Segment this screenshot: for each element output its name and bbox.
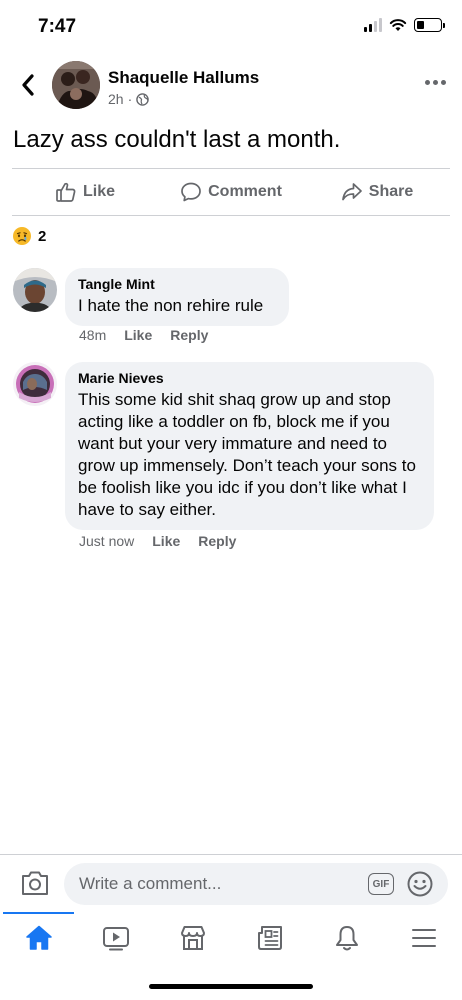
thumbs-up-icon: [56, 182, 76, 202]
home-icon: [25, 925, 52, 950]
signal-icon: [364, 18, 382, 32]
comment-composer: GIF: [0, 854, 462, 912]
comment-reply-button[interactable]: Reply: [170, 327, 208, 343]
camera-button[interactable]: [20, 869, 50, 902]
status-time: 7:47: [38, 16, 77, 37]
comment-bubble[interactable]: Marie Nieves This some kid shit shaq gro…: [65, 362, 434, 530]
comment-time: Just now: [79, 533, 135, 549]
smiley-icon: [407, 871, 433, 897]
battery-level: [417, 21, 424, 29]
comment-reply-button[interactable]: Reply: [198, 533, 236, 549]
comment-time: 48m: [79, 327, 107, 343]
reactions-summary[interactable]: 2: [12, 226, 46, 246]
comment-button[interactable]: Comment: [158, 169, 304, 215]
commenter-avatar[interactable]: [13, 268, 57, 312]
comment-icon: [181, 182, 201, 202]
news-icon: [257, 926, 282, 950]
notifications-icon: [335, 926, 358, 951]
post-time[interactable]: 2h: [108, 91, 124, 107]
comment-actions: 48m Like Reply: [79, 327, 208, 343]
back-button[interactable]: [16, 70, 40, 100]
camera-icon: [22, 871, 48, 895]
bottom-nav: [0, 912, 462, 964]
post-meta: 2h ·: [108, 91, 150, 107]
nav-tab-notifications[interactable]: [308, 912, 385, 964]
commenter-avatar[interactable]: [13, 362, 57, 406]
reaction-count: 2: [38, 227, 47, 245]
author-avatar[interactable]: [52, 61, 100, 109]
nav-tab-marketplace[interactable]: [154, 912, 231, 964]
watch-icon: [102, 927, 129, 951]
post-text: Lazy ass couldn't last a month.: [13, 126, 341, 153]
dot-icon: [441, 80, 446, 85]
marketplace-icon: [180, 926, 205, 950]
comment-like-button[interactable]: Like: [152, 533, 180, 549]
dot-icon: [433, 80, 438, 85]
share-label: Share: [368, 183, 414, 200]
status-bar: 7:47: [0, 0, 462, 56]
comment-text: This some kid shit shaq grow up and stop…: [78, 390, 416, 519]
author-name[interactable]: Shaquelle Hallums: [108, 68, 259, 88]
comment-label: Comment: [208, 183, 282, 200]
comment-bubble[interactable]: Tangle Mint I hate the non rehire rule: [65, 268, 289, 326]
share-icon: [341, 183, 362, 201]
post-header: Shaquelle Hallums 2h ·: [0, 56, 462, 114]
nav-tab-home[interactable]: [0, 912, 77, 964]
nav-tab-news[interactable]: [231, 912, 308, 964]
wifi-icon: [389, 19, 407, 31]
globe-icon: [136, 92, 150, 106]
home-indicator: [149, 984, 313, 989]
chevron-left-icon: [22, 74, 34, 96]
emoji-button[interactable]: [406, 870, 434, 903]
more-options-button[interactable]: [425, 80, 446, 85]
like-label: Like: [82, 183, 115, 200]
post-action-bar: Like Comment Share: [12, 168, 450, 216]
like-button[interactable]: Like: [12, 169, 158, 215]
share-button[interactable]: Share: [304, 169, 450, 215]
nav-tab-menu[interactable]: [385, 912, 462, 964]
gif-button[interactable]: GIF: [368, 873, 394, 895]
comment-actions: Just now Like Reply: [79, 533, 236, 549]
sad-face-icon: [13, 227, 31, 245]
status-icons: [364, 18, 445, 32]
meta-separator: ·: [127, 91, 133, 107]
nav-tab-watch[interactable]: [77, 912, 154, 964]
battery-icon: [414, 18, 445, 32]
comment-author[interactable]: Marie Nieves: [78, 370, 421, 386]
dot-icon: [425, 80, 430, 85]
comment-text: I hate the non rehire rule: [78, 296, 264, 315]
comment-like-button[interactable]: Like: [124, 327, 152, 343]
menu-icon: [411, 929, 436, 947]
comment-author[interactable]: Tangle Mint: [78, 276, 276, 292]
